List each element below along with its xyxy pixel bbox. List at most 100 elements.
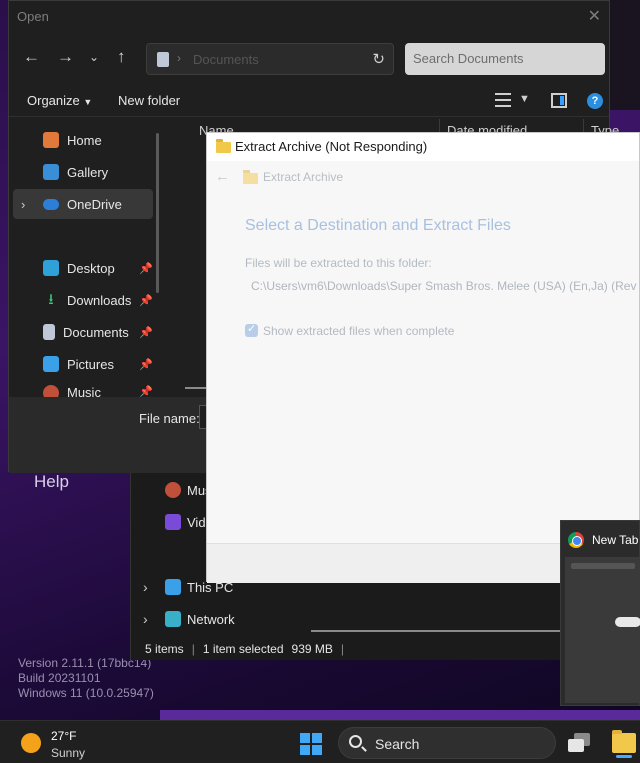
chevron-right-icon[interactable]: › (143, 611, 148, 627)
search-icon (349, 735, 362, 748)
organize-button[interactable]: Organize ▼ (27, 93, 92, 108)
sidebar-item-pictures[interactable]: Pictures 📌 (13, 349, 153, 379)
pin-icon[interactable]: 📌 (139, 294, 153, 307)
chevron-down-icon[interactable]: ▼ (519, 93, 530, 105)
sun-icon[interactable] (21, 733, 41, 753)
sidebar-item-label: OneDrive (67, 196, 122, 212)
folder-icon (243, 170, 258, 184)
destination-path[interactable]: C:\Users\vm6\Downloads\Super Smash Bros.… (251, 279, 640, 293)
breadcrumb: Extract Archive (263, 170, 344, 184)
chevron-down-icon: ▼ (83, 97, 93, 107)
forward-arrow-icon[interactable]: → (57, 47, 74, 67)
status-bar: 5 items | 1 item selected 939 MB | (145, 642, 344, 656)
weather-condition[interactable]: Sunny (51, 746, 85, 760)
sidebar-item-downloads[interactable]: ⭳ Downloads 📌 (13, 285, 153, 315)
extract-archive-window: Extract Archive (Not Responding) ← Extra… (206, 132, 640, 583)
downloads-icon: ⭳ (48, 291, 54, 308)
pictures-icon (43, 356, 59, 372)
start-tile (312, 733, 322, 743)
desktop-icon (43, 260, 59, 276)
window-title: Extract Archive (Not Responding) (235, 139, 428, 154)
help-icon[interactable]: ? (587, 93, 603, 109)
preview-pane-icon[interactable] (551, 93, 567, 108)
sidebar-item-label: Desktop (67, 260, 115, 276)
nav-item-music[interactable]: Mus (165, 478, 212, 502)
start-tile (300, 745, 310, 755)
status-selected: 1 item selected (202, 642, 284, 656)
navigation-bar: ← → ⌄ ↑ › Documents ↻ Search Documents (9, 39, 609, 79)
recent-locations-chevron-icon[interactable]: ⌄ (89, 50, 99, 64)
this-pc-icon (165, 579, 181, 595)
music-icon (165, 482, 181, 498)
documents-icon (43, 324, 55, 340)
chrome-icon (568, 532, 584, 548)
sidebar-item-gallery[interactable]: Gallery (13, 157, 153, 187)
vertical-scrollbar[interactable] (156, 133, 159, 293)
sidebar-item-home[interactable]: Home (13, 125, 153, 155)
status-size: 939 MB (291, 642, 333, 656)
help-label[interactable]: Help (34, 472, 69, 492)
task-view-icon[interactable] (568, 733, 592, 753)
address-bar[interactable]: › Documents ↻ (146, 43, 394, 75)
sidebar-item-label: Home (67, 132, 102, 148)
chevron-right-icon[interactable]: › (21, 197, 25, 212)
back-arrow-icon[interactable]: ← (215, 168, 230, 185)
weather-temperature[interactable]: 27°F (51, 729, 76, 743)
sidebar-item-desktop[interactable]: Desktop 📌 (13, 253, 153, 283)
background-window-edge (610, 0, 640, 110)
status-separator: | (191, 642, 195, 656)
status-item-count: 5 items (145, 642, 184, 656)
organize-label: Organize (27, 93, 80, 108)
sidebar-item-onedrive[interactable]: › OneDrive (13, 189, 153, 219)
destination-description: Files will be extracted to this folder: (245, 256, 432, 270)
start-tile (300, 733, 310, 743)
home-icon (43, 132, 59, 148)
close-icon[interactable]: ✕ (588, 6, 601, 26)
file-explorer-icon[interactable] (612, 730, 636, 758)
title-bar[interactable]: Extract Archive (Not Responding) (207, 133, 639, 161)
show-files-checkbox-label[interactable]: Show extracted files when complete (263, 324, 454, 338)
command-bar: Organize ▼ New folder ▼ ? (9, 85, 609, 117)
pin-icon[interactable]: 📌 (139, 326, 153, 339)
start-tile (312, 745, 322, 755)
version-info: Version 2.11.1 (17bbc14) Build 20231101 … (18, 656, 154, 701)
horizontal-scrollbar[interactable] (311, 630, 561, 632)
nav-item-label: Network (187, 611, 235, 627)
sidebar-item-label: Documents (63, 324, 129, 340)
videos-icon (165, 514, 181, 530)
filename-label: File name: (139, 411, 200, 426)
gallery-icon (43, 164, 59, 180)
show-files-checkbox[interactable] (245, 322, 258, 337)
newtab-thumbnail[interactable]: New Tab (560, 520, 640, 706)
status-separator: | (340, 642, 345, 656)
sidebar-item-documents[interactable]: Documents 📌 (13, 317, 153, 347)
navigation-pane: Home Gallery › OneDrive Desktop 📌 ⭳ Down… (9, 119, 167, 399)
up-arrow-icon[interactable]: ↑ (117, 47, 126, 67)
os-line: Windows 11 (10.0.25947) (18, 686, 154, 700)
sidebar-item-label: Downloads (67, 292, 132, 308)
back-arrow-icon[interactable]: ← (23, 47, 40, 67)
thumbnail-preview[interactable] (565, 557, 640, 703)
view-options-icon[interactable] (495, 93, 511, 107)
chevron-right-icon: › (177, 51, 181, 65)
breadcrumb-documents[interactable]: Documents (193, 52, 259, 67)
background-strip (160, 710, 640, 720)
network-icon (165, 611, 181, 627)
pin-icon[interactable]: 📌 (139, 262, 153, 275)
preview-search-box (615, 617, 640, 627)
search-input[interactable]: Search Documents (405, 43, 605, 75)
document-icon (157, 52, 169, 67)
new-folder-button[interactable]: New folder (118, 93, 180, 108)
nav-item-network[interactable]: Network (165, 607, 235, 631)
sidebar-item-label: Gallery (67, 164, 109, 180)
search-label: Search (375, 736, 420, 752)
pin-icon[interactable]: 📌 (139, 358, 153, 371)
windows-start-icon[interactable] (300, 733, 322, 755)
folder-icon (216, 139, 231, 153)
refresh-icon[interactable]: ↻ (372, 50, 385, 68)
sidebar-item-label: Pictures (67, 356, 114, 372)
taskbar-search-box[interactable]: Search (338, 727, 556, 759)
page-heading: Select a Destination and Extract Files (245, 217, 511, 234)
chevron-right-icon[interactable]: › (143, 579, 148, 595)
taskbar: 27°F Sunny Search (0, 720, 640, 763)
